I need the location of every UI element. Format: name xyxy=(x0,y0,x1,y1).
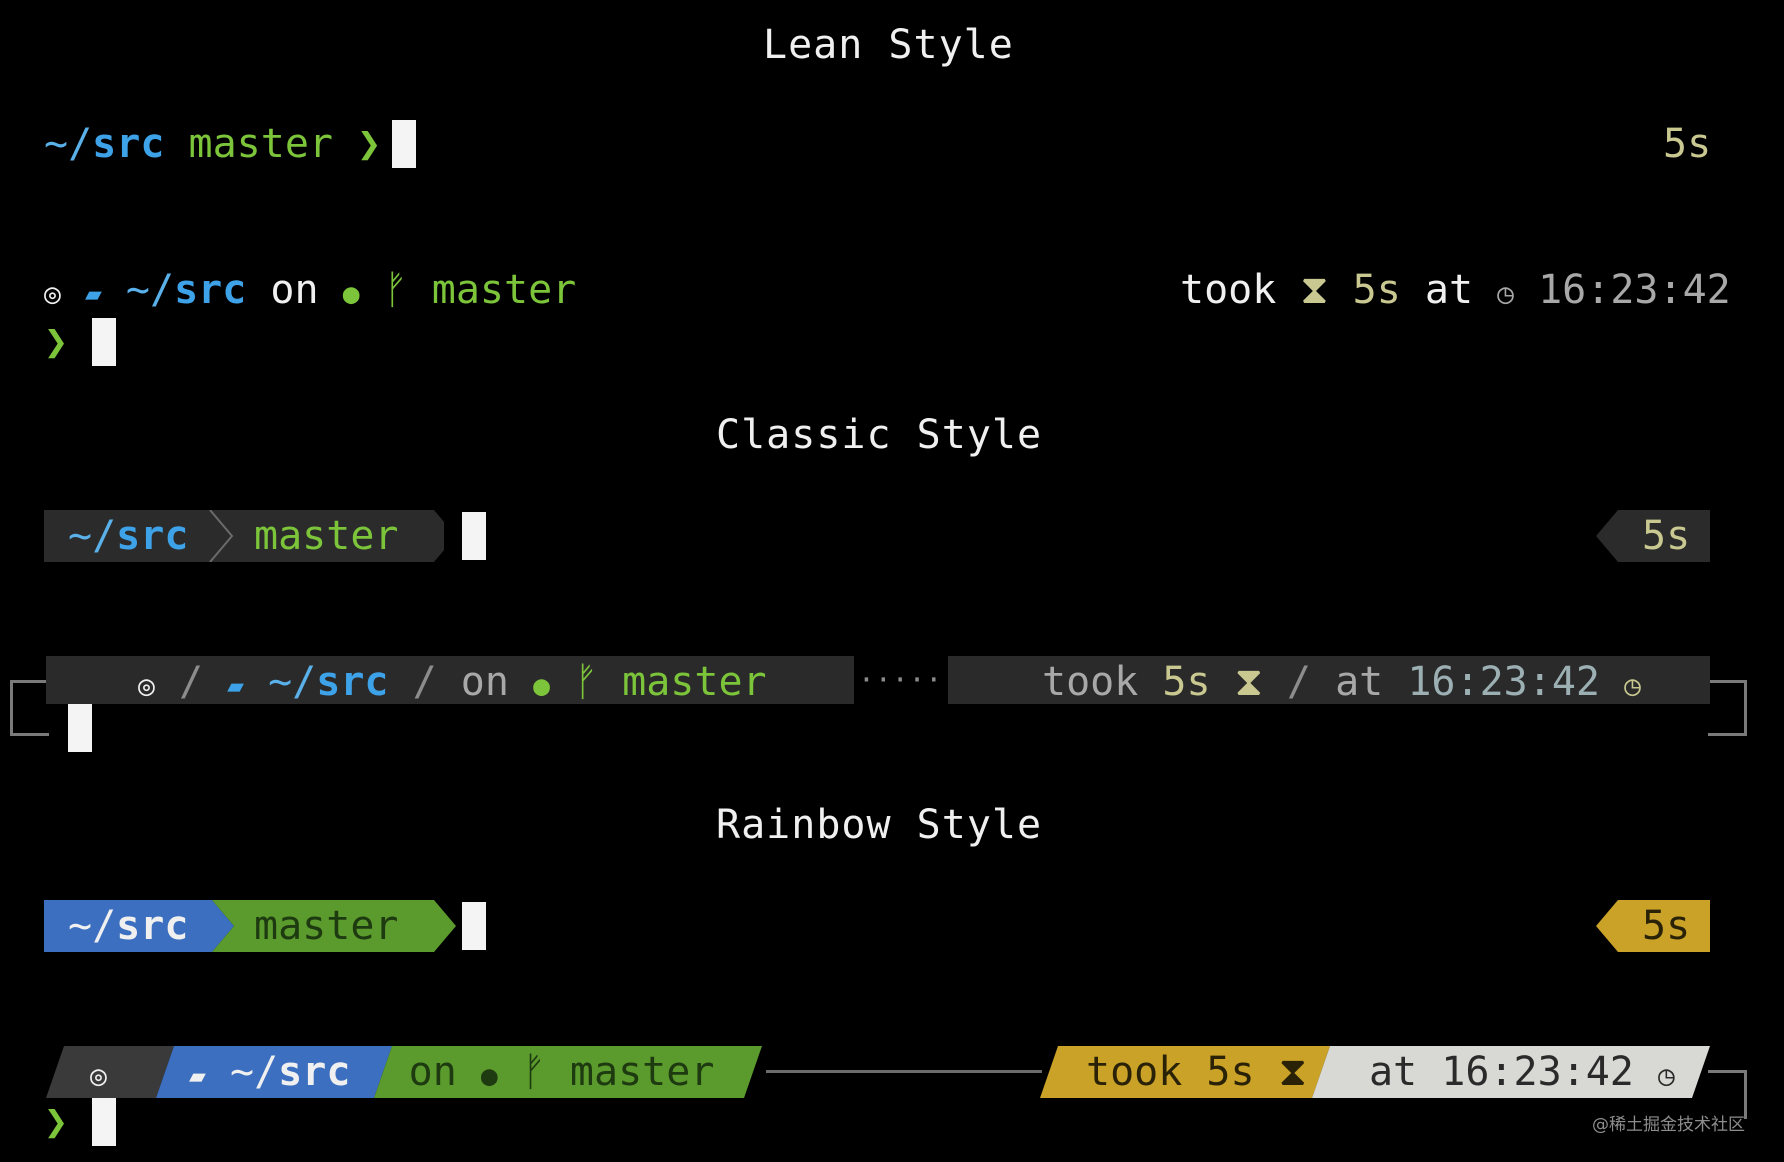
branch-icon: ᚠ xyxy=(383,267,408,313)
cursor[interactable] xyxy=(392,120,416,168)
classic-prompt-line-2: ◎ / ▰ ~/src / on ● ᚠ master xyxy=(138,658,767,710)
rainbow-right-prompt: took 5s ⧗ at 16:23:42 ◷ xyxy=(1086,1048,1675,1100)
dir-name: src xyxy=(174,267,247,313)
git-branch: master xyxy=(569,1049,715,1095)
cursor[interactable] xyxy=(92,1098,116,1146)
watermark: @稀土掘金技术社区 xyxy=(1592,1115,1745,1135)
filler-dots: ····· xyxy=(858,663,943,696)
time: 16:23:42 xyxy=(1407,659,1600,705)
ubuntu-icon: ◎ xyxy=(44,277,61,310)
prompt-char: ❯ xyxy=(44,319,69,365)
command-duration: 5s xyxy=(1162,659,1211,705)
hourglass-icon: ⧗ xyxy=(1300,267,1329,313)
cursor[interactable] xyxy=(462,902,486,950)
clock-icon: ◷ xyxy=(1624,669,1641,702)
rainbow-style-title: Rainbow Style xyxy=(716,802,1043,848)
took-label: took xyxy=(1180,267,1277,313)
git-branch: master xyxy=(254,513,399,559)
dir-prefix: ~/ xyxy=(68,513,117,559)
time: 16:23:42 xyxy=(1538,267,1731,313)
cursor[interactable] xyxy=(92,318,116,366)
classic-style-title: Classic Style xyxy=(716,412,1043,458)
git-branch: master xyxy=(188,121,334,167)
took-label: took xyxy=(1042,659,1139,705)
dir-prefix: ~/ xyxy=(44,121,93,167)
folder-icon: ▰ xyxy=(84,277,102,310)
github-icon: ● xyxy=(342,277,360,310)
folder-icon: ▰ xyxy=(227,669,244,702)
branch-icon: ᚠ xyxy=(574,659,599,705)
command-duration: 5s xyxy=(1352,267,1401,313)
at-label: at xyxy=(1368,1049,1418,1095)
branch-icon: ᚠ xyxy=(521,1049,546,1095)
command-duration: 5s xyxy=(1206,1049,1255,1095)
git-branch: master xyxy=(622,659,767,705)
github-icon: ● xyxy=(533,669,550,702)
dir-prefix: ~/ xyxy=(125,267,175,313)
segment-separator: / xyxy=(178,659,204,705)
folder-icon: ▰ xyxy=(189,1059,206,1092)
git-branch: master xyxy=(254,903,399,949)
ubuntu-icon: ◎ xyxy=(138,669,155,702)
rainbow-prompt-line-2: ◎ ▰ ~/src on ● ᚠ master xyxy=(90,1048,714,1100)
cursor[interactable] xyxy=(462,512,486,560)
lean-right-prompt: took ⧗ 5s at ◷ 16:23:42 xyxy=(1180,266,1731,318)
command-duration: 5s xyxy=(1642,903,1691,949)
dir-prefix: ~/ xyxy=(230,1049,279,1095)
dir-prefix: ~/ xyxy=(268,659,317,705)
at-label: at xyxy=(1335,659,1384,705)
prompt-char: ❯ xyxy=(44,1099,69,1145)
rainbow-prompt-line-1: ~/src xyxy=(68,902,188,950)
filler-line xyxy=(766,1070,1042,1073)
segment-separator: / xyxy=(412,659,437,705)
took-label: took xyxy=(1086,1049,1183,1095)
command-duration: 5s xyxy=(1642,513,1691,559)
lean-prompt-line-2: ◎ ▰ ~/src on ● ᚠ master xyxy=(44,266,576,318)
hourglass-icon: ⧗ xyxy=(1234,659,1263,705)
time: 16:23:42 xyxy=(1441,1049,1634,1095)
at-label: at xyxy=(1424,267,1474,313)
github-icon: ● xyxy=(480,1059,498,1092)
dir-name: src xyxy=(116,903,189,949)
on-label: on xyxy=(408,1049,457,1095)
command-duration: 5s xyxy=(1663,121,1712,167)
hourglass-icon: ⧗ xyxy=(1278,1049,1307,1095)
right-frame-bracket xyxy=(1708,680,1747,736)
lean-prompt-line-1: ~/src master ❯ xyxy=(44,120,381,168)
on-label: on xyxy=(460,659,509,705)
dir-name: src xyxy=(316,659,389,705)
clock-icon: ◷ xyxy=(1657,1059,1675,1092)
prompt-char: ❯ xyxy=(357,121,382,167)
cursor[interactable] xyxy=(68,704,92,752)
dir-name: src xyxy=(92,121,165,167)
dir-name: src xyxy=(278,1049,351,1095)
clock-icon: ◷ xyxy=(1497,277,1514,310)
on-label: on xyxy=(270,267,319,313)
classic-right-prompt: took 5s ⧗ / at 16:23:42 ◷ xyxy=(1042,658,1641,710)
lean-style-title: Lean Style xyxy=(763,22,1014,68)
segment-separator: / xyxy=(1286,659,1311,705)
classic-prompt-line-1: ~/src xyxy=(68,512,188,560)
ubuntu-icon: ◎ xyxy=(90,1059,107,1092)
left-frame-bracket xyxy=(10,680,49,736)
dir-prefix: ~/ xyxy=(68,903,117,949)
git-branch: master xyxy=(431,267,577,313)
dir-name: src xyxy=(116,513,189,559)
